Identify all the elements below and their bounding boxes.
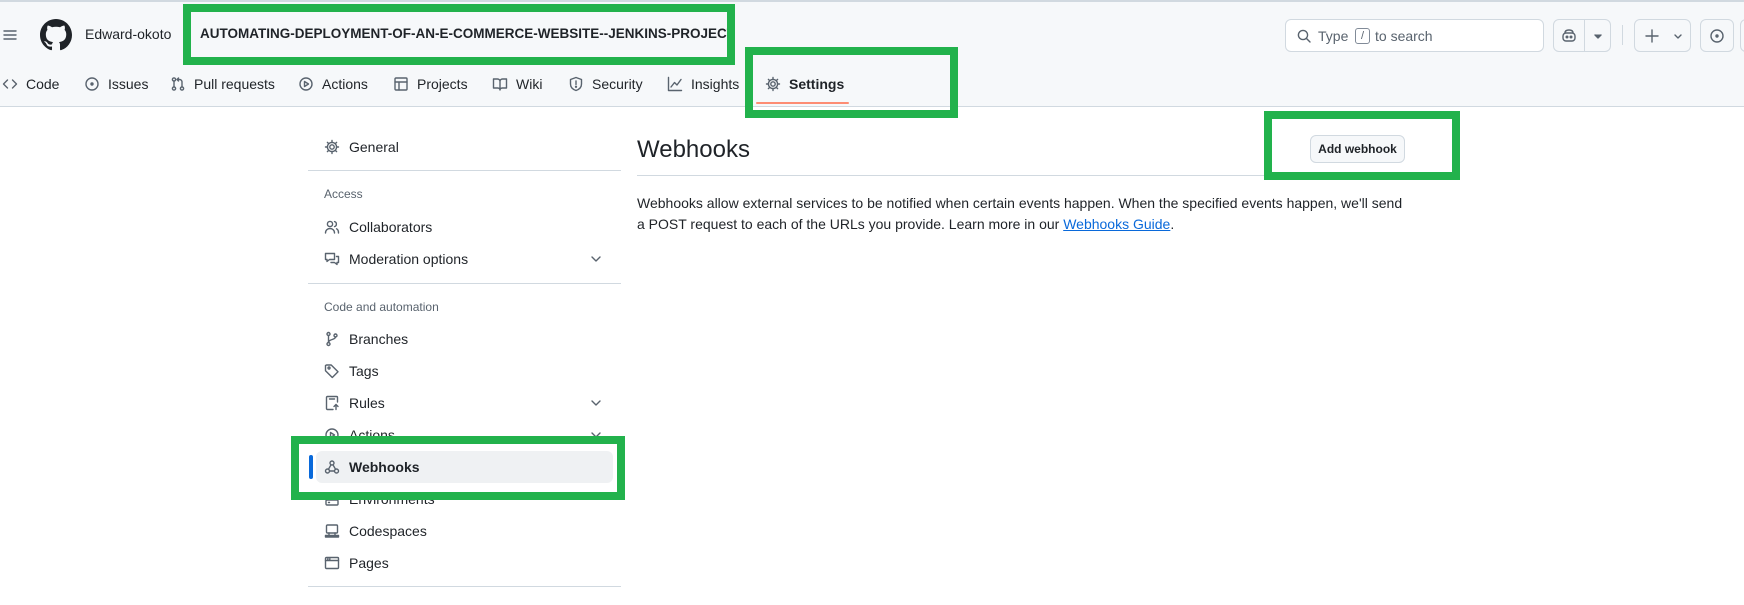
webhooks-description: Webhooks allow external services to be n… [637, 193, 1407, 235]
plus-icon [1645, 29, 1659, 43]
tab-actions[interactable]: Actions [298, 68, 368, 100]
chevron-down-icon [1674, 34, 1682, 39]
tab-actions-label: Actions [322, 76, 368, 92]
issue-icon [1710, 29, 1724, 43]
sidebar-item-label: Rules [349, 395, 385, 411]
code-icon [2, 79, 18, 89]
sidebar-item-tags[interactable]: Tags [316, 355, 613, 387]
table-icon [394, 77, 408, 91]
gear-icon [324, 139, 340, 155]
sidebar-item-label: Pages [349, 555, 389, 571]
sidebar-divider [308, 586, 621, 587]
sidebar-item-rules[interactable]: Rules [316, 387, 613, 419]
tab-insights-label: Insights [691, 76, 740, 92]
browser-icon [324, 556, 340, 570]
tab-security-label: Security [592, 76, 643, 92]
search-placeholder-prefix: Type [1318, 28, 1349, 44]
description-end: . [1170, 216, 1175, 232]
repo-push-icon [325, 395, 339, 411]
tab-issues[interactable]: Issues [84, 68, 148, 100]
your-issues-button[interactable] [1700, 19, 1734, 52]
create-new-button[interactable] [1634, 19, 1691, 52]
pull-request-icon [171, 77, 185, 91]
copilot-button[interactable] [1553, 19, 1611, 52]
copilot-button-split [1584, 20, 1585, 51]
search-shortcut-key: / [1355, 28, 1370, 44]
sidebar-item-label: Collaborators [349, 219, 433, 235]
annotation-highlight-settings-tab [745, 47, 958, 118]
chevron-down-icon [591, 256, 601, 262]
tab-issues-label: Issues [108, 76, 149, 92]
tab-wiki-label: Wiki [516, 76, 543, 92]
people-icon [324, 220, 340, 234]
description-text: Webhooks allow external services to be n… [637, 195, 1403, 232]
sidebar-item-general[interactable]: General [316, 131, 613, 163]
play-icon [299, 77, 313, 91]
sidebar-heading-code-automation: Code and automation [324, 300, 439, 314]
sidebar-item-label: Branches [349, 331, 409, 347]
tab-insights[interactable]: Insights [667, 68, 739, 100]
tag-icon [324, 364, 339, 379]
search-placeholder-suffix: to search [1375, 28, 1433, 44]
webhooks-guide-link[interactable]: Webhooks Guide [1063, 216, 1170, 232]
pull-requests-header-button[interactable] [1740, 19, 1744, 52]
sidebar-item-label: Moderation options [349, 251, 469, 267]
sidebar-item-label: General [349, 139, 399, 155]
sidebar-heading-access: Access [324, 187, 363, 201]
chevron-down-icon[interactable] [1590, 28, 1606, 44]
tab-security[interactable]: Security [568, 68, 643, 100]
sidebar-divider [308, 170, 621, 171]
codespaces-icon [324, 524, 340, 538]
page-title: Webhooks [637, 136, 750, 163]
annotation-highlight-repo-name [183, 4, 735, 65]
annotation-highlight-add-webhook [1264, 111, 1460, 180]
search-input[interactable]: Type / to search [1285, 19, 1544, 52]
search-icon [1297, 29, 1311, 43]
shield-icon [569, 76, 583, 92]
hamburger-menu-icon[interactable] [0, 23, 22, 47]
sidebar-item-label: Tags [349, 363, 379, 379]
annotation-highlight-webhooks-item [291, 436, 625, 500]
sidebar-item-moderation-options[interactable]: Moderation options [316, 243, 613, 275]
top-edge [0, 0, 1744, 2]
tab-pull-requests-label: Pull requests [194, 76, 275, 92]
tab-wiki[interactable]: Wiki [492, 68, 542, 100]
tab-projects-label: Projects [417, 76, 468, 92]
sidebar-item-codespaces[interactable]: Codespaces [316, 515, 613, 547]
sidebar-divider [308, 283, 621, 284]
graph-icon [667, 76, 683, 92]
comment-discussion-icon [324, 252, 340, 266]
sidebar-item-collaborators[interactable]: Collaborators [316, 211, 613, 243]
branch-icon [326, 331, 338, 347]
github-logo-icon[interactable] [40, 19, 72, 51]
sidebar-item-branches[interactable]: Branches [316, 323, 613, 355]
chevron-down-icon [591, 400, 601, 406]
repo-owner-link[interactable]: Edward-okoto [85, 26, 171, 42]
tab-code-label: Code [26, 76, 60, 92]
tab-pull-requests[interactable]: Pull requests [170, 68, 275, 100]
header-divider [1622, 25, 1623, 45]
issue-icon [85, 77, 99, 91]
tab-projects[interactable]: Projects [393, 68, 468, 100]
sidebar-item-pages[interactable]: Pages [316, 547, 613, 579]
book-icon [492, 78, 508, 91]
tab-code[interactable]: Code [2, 68, 59, 100]
copilot-icon [1562, 29, 1576, 42]
sidebar-item-label: Codespaces [349, 523, 427, 539]
